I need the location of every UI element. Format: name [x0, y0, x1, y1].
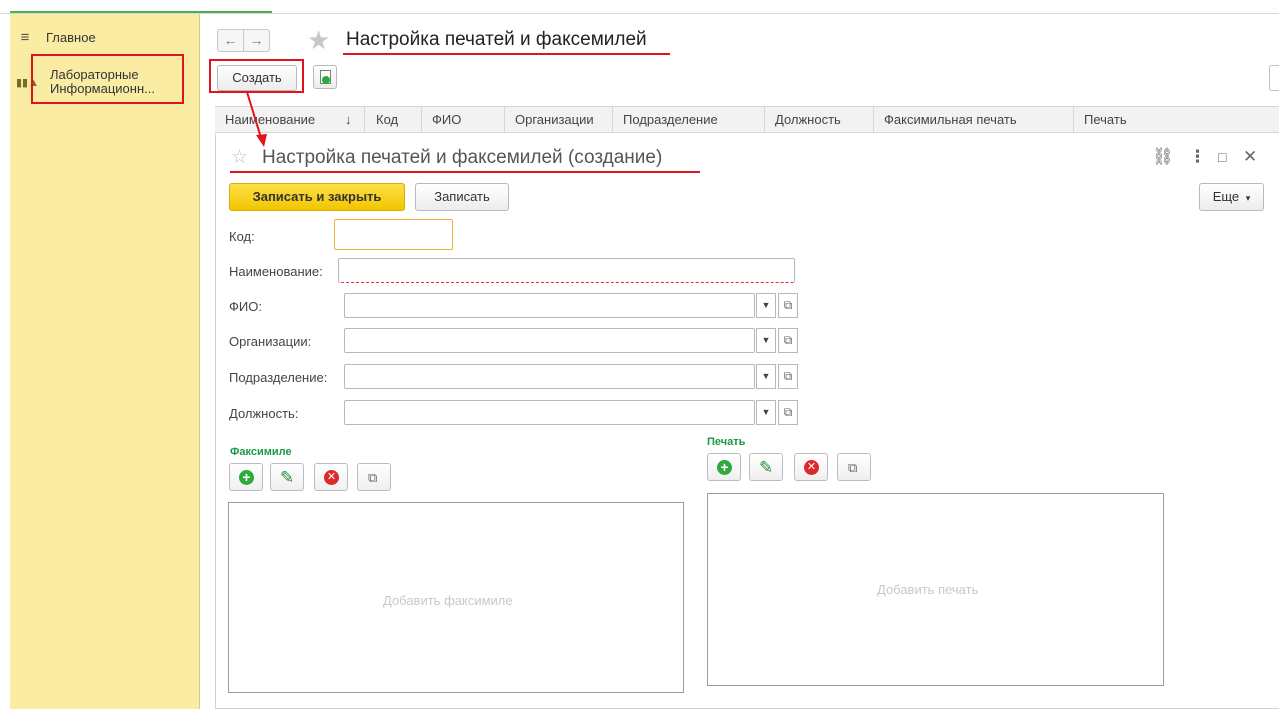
- sidebar: ≡ Главное ▮▮▲ Лабораторные Информационн.…: [10, 14, 200, 709]
- column-header-name[interactable]: Наименование: [215, 107, 340, 132]
- facsimile-placeholder: Добавить факсимиле: [383, 593, 513, 608]
- pencil-icon: ✎: [759, 458, 774, 477]
- chevron-down-icon: ▾: [1245, 193, 1251, 203]
- fio-label: ФИО:: [229, 299, 262, 314]
- more-button[interactable]: Еще ▾: [1199, 183, 1264, 211]
- column-header-fio[interactable]: ФИО: [422, 107, 505, 132]
- stamp-image-area[interactable]: Добавить печать: [707, 493, 1164, 686]
- sidebar-item-label: Главное: [46, 30, 96, 45]
- stamp-placeholder: Добавить печать: [877, 582, 979, 597]
- save-button[interactable]: Записать: [415, 183, 509, 211]
- cropped-button[interactable]: [1269, 65, 1279, 91]
- table-header: Наименование ↓ Код ФИО Организации Подра…: [215, 106, 1279, 133]
- create-from-template-button[interactable]: [313, 65, 337, 89]
- top-strip: [0, 0, 1279, 14]
- dept-open-button[interactable]: ⧉: [778, 364, 798, 389]
- code-input[interactable]: [334, 219, 453, 250]
- highlight-create-button: [209, 59, 304, 93]
- column-header-dept[interactable]: Подразделение: [613, 107, 765, 132]
- stamp-add-button[interactable]: +: [707, 453, 741, 481]
- back-button[interactable]: ←: [217, 29, 244, 52]
- title-underline: [343, 53, 670, 55]
- fio-dropdown-button[interactable]: ▼: [756, 293, 776, 318]
- delete-icon: ✕: [324, 470, 339, 485]
- position-dropdown-button[interactable]: ▼: [756, 400, 776, 425]
- code-label: Код:: [229, 229, 255, 244]
- facsimile-group-label: Факсимиле: [230, 446, 292, 458]
- column-header-code[interactable]: Код: [366, 107, 422, 132]
- position-label: Должность:: [229, 406, 299, 421]
- facsimile-delete-button[interactable]: ✕: [314, 463, 348, 491]
- position-open-button[interactable]: ⧉: [778, 400, 798, 425]
- save-and-close-button[interactable]: Записать и закрыть: [229, 183, 405, 211]
- fio-input[interactable]: [344, 293, 755, 318]
- column-header-stamp[interactable]: Печать: [1074, 107, 1279, 132]
- name-input[interactable]: [338, 258, 795, 283]
- delete-icon: ✕: [804, 460, 819, 475]
- sort-icon[interactable]: ↓: [333, 107, 365, 132]
- forward-button[interactable]: →: [243, 29, 270, 52]
- create-form: ☆ Настройка печатей и факсемилей (создан…: [215, 134, 1279, 709]
- position-input[interactable]: [344, 400, 755, 425]
- more-vertical-icon[interactable]: ⋮: [1189, 147, 1206, 167]
- copy-icon: ⧉: [848, 460, 858, 475]
- facsimile-image-area[interactable]: Добавить факсимиле: [228, 502, 684, 693]
- stamp-copy-button[interactable]: ⧉: [837, 453, 871, 481]
- org-dropdown-button[interactable]: ▼: [756, 328, 776, 353]
- stamp-group-label: Печать: [707, 436, 746, 448]
- name-label: Наименование:: [229, 264, 323, 279]
- facsimile-copy-button[interactable]: ⧉: [357, 463, 391, 491]
- column-header-facsimile[interactable]: Факсимильная печать: [874, 107, 1074, 132]
- sidebar-item-main[interactable]: ≡ Главное: [10, 29, 200, 51]
- form-title-underline: [230, 171, 700, 173]
- org-label: Организации:: [229, 334, 312, 349]
- facsimile-add-button[interactable]: +: [229, 463, 263, 491]
- copy-icon: ⧉: [368, 470, 378, 485]
- plus-icon: +: [239, 470, 254, 485]
- page-title: Настройка печатей и факсемилей: [346, 29, 647, 50]
- highlight-sidebar-item: [31, 54, 184, 104]
- plus-icon: +: [717, 460, 732, 475]
- form-title: Настройка печатей и факсемилей (создание…: [262, 147, 663, 168]
- pencil-icon: ✎: [280, 468, 295, 487]
- form-star-icon[interactable]: ☆: [231, 148, 248, 168]
- close-icon[interactable]: ✕: [1243, 147, 1257, 167]
- dept-dropdown-button[interactable]: ▼: [756, 364, 776, 389]
- org-open-button[interactable]: ⧉: [778, 328, 798, 353]
- document-add-icon: [320, 70, 331, 84]
- stamp-delete-button[interactable]: ✕: [794, 453, 828, 481]
- link-icon[interactable]: ⛓: [1152, 147, 1174, 167]
- dept-label: Подразделение:: [229, 370, 328, 385]
- maximize-icon[interactable]: □: [1218, 147, 1226, 167]
- fio-open-button[interactable]: ⧉: [778, 293, 798, 318]
- menu-icon: ≡: [20, 29, 30, 46]
- column-header-org[interactable]: Организации: [505, 107, 613, 132]
- column-header-position[interactable]: Должность: [765, 107, 874, 132]
- more-label: Еще: [1212, 189, 1240, 204]
- org-input[interactable]: [344, 328, 755, 353]
- facsimile-edit-button[interactable]: ✎: [270, 463, 304, 491]
- stamp-edit-button[interactable]: ✎: [749, 453, 783, 481]
- favorite-star-icon[interactable]: ★: [307, 26, 330, 54]
- dept-input[interactable]: [344, 364, 755, 389]
